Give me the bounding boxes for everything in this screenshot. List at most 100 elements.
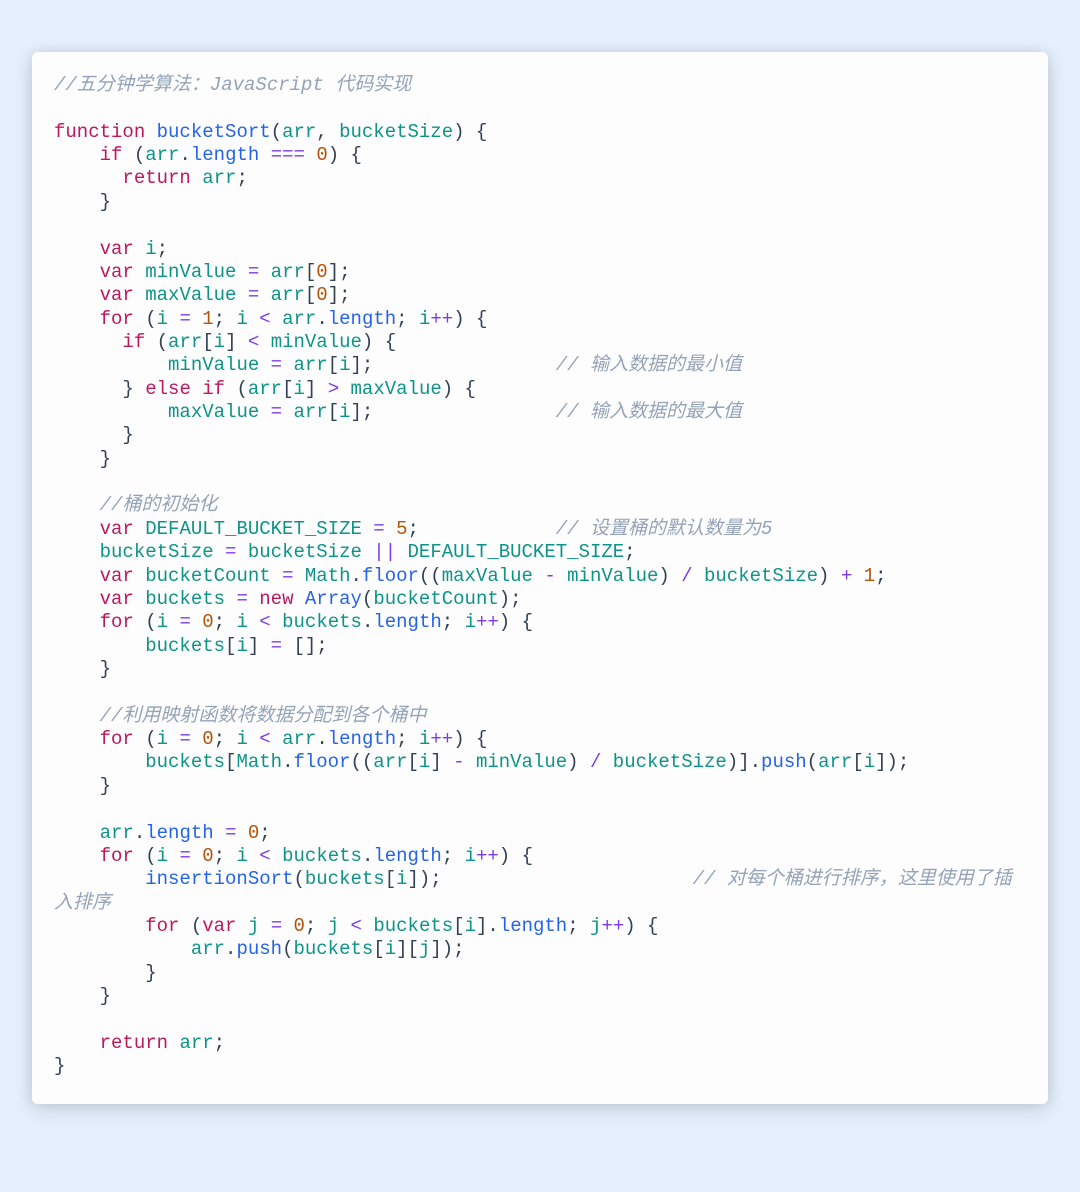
kw-function: function: [54, 121, 145, 143]
punct: ];: [351, 401, 374, 423]
punct: ;: [214, 728, 237, 750]
op-assign: =: [271, 635, 282, 657]
kw-return: return: [100, 1032, 168, 1054]
punct: ;: [214, 308, 237, 330]
id-i: i: [465, 845, 476, 867]
id-i: i: [236, 635, 247, 657]
punct: (: [271, 121, 282, 143]
id-length: length: [373, 845, 441, 867]
punct: ) {: [453, 308, 487, 330]
id-arr: arr: [145, 144, 179, 166]
punct: .: [134, 822, 145, 844]
num-1: 1: [864, 565, 875, 587]
id-j: j: [590, 915, 601, 937]
punct: [: [373, 938, 384, 960]
punct: (: [293, 868, 304, 890]
op-assign: =: [225, 822, 236, 844]
num-0: 0: [202, 611, 213, 633]
punct: (: [145, 728, 156, 750]
id-i: i: [864, 751, 875, 773]
op-lt: <: [248, 331, 259, 353]
punct: ;: [624, 541, 635, 563]
op-lt: <: [259, 845, 270, 867]
punct: [: [328, 401, 339, 423]
punct: ;: [157, 238, 168, 260]
id-i: i: [465, 611, 476, 633]
punct: ;: [214, 611, 237, 633]
kw-var: var: [100, 565, 134, 587]
page-background: //五分钟学算法：JavaScript 代码实现 function bucket…: [0, 0, 1080, 1192]
op-inc: ++: [476, 845, 499, 867]
kw-for: for: [100, 845, 134, 867]
id-bucketCount: bucketCount: [373, 588, 498, 610]
id-bucketSize: bucketSize: [100, 541, 214, 563]
id-minValue: minValue: [145, 261, 236, 283]
kw-for: for: [145, 915, 179, 937]
punct: )].: [727, 751, 761, 773]
id-i: i: [294, 378, 305, 400]
id-i: i: [236, 308, 247, 330]
op-assign: =: [179, 308, 190, 330]
punct: ;: [567, 915, 590, 937]
op-assign: =: [225, 541, 236, 563]
id-arr: arr: [191, 938, 225, 960]
punct: ((: [350, 751, 373, 773]
id-arr: arr: [271, 261, 305, 283]
id-length: length: [145, 822, 213, 844]
punct: ;: [259, 822, 270, 844]
kw-if: if: [202, 378, 225, 400]
id-j: j: [328, 915, 339, 937]
op-lt: <: [351, 915, 362, 937]
id-arr: arr: [282, 728, 316, 750]
num-0: 0: [202, 728, 213, 750]
punct: (: [282, 938, 293, 960]
punct: [];: [282, 635, 328, 657]
fn-insertionSort: insertionSort: [145, 868, 293, 890]
id-minValue: minValue: [168, 354, 259, 376]
num-0: 0: [316, 144, 327, 166]
punct: .: [282, 751, 293, 773]
comment-bucket-init: //桶的初始化: [100, 494, 218, 516]
id-i: i: [419, 751, 430, 773]
punct: }: [54, 1055, 65, 1077]
id-length: length: [328, 308, 396, 330]
id-maxValue: maxValue: [351, 378, 442, 400]
id-arr: arr: [293, 401, 327, 423]
punct: (: [157, 331, 168, 353]
fn-floor: floor: [362, 565, 419, 587]
punct: ]);: [430, 938, 464, 960]
op-assign: =: [373, 518, 384, 540]
id-length: length: [373, 611, 441, 633]
fn-push: push: [761, 751, 807, 773]
op-assign: =: [179, 845, 190, 867]
id-i: i: [396, 868, 407, 890]
op-minus: -: [544, 565, 555, 587]
punct: );: [499, 588, 522, 610]
op-plus: +: [841, 565, 852, 587]
punct: ): [658, 565, 681, 587]
kw-new: new: [259, 588, 293, 610]
punct: (: [145, 611, 156, 633]
op-minus: -: [453, 751, 464, 773]
punct: (: [807, 751, 818, 773]
id-buckets: buckets: [145, 635, 225, 657]
punct: }: [100, 658, 111, 680]
punct: [: [305, 261, 316, 283]
param-bucketSize: bucketSize: [339, 121, 453, 143]
id-arr: arr: [179, 1032, 213, 1054]
op-lt: <: [259, 308, 270, 330]
punct: ) {: [442, 378, 476, 400]
kw-if: if: [122, 331, 145, 353]
punct: ) {: [624, 915, 658, 937]
punct: [: [385, 868, 396, 890]
op-lt: <: [259, 728, 270, 750]
kw-var: var: [202, 915, 236, 937]
num-0: 0: [248, 822, 259, 844]
punct: [: [225, 751, 236, 773]
punct: ) {: [499, 845, 533, 867]
punct: ]: [225, 331, 248, 353]
id-buckets: buckets: [305, 868, 385, 890]
op-assign: =: [271, 354, 282, 376]
id-i: i: [157, 611, 168, 633]
comment-default-count: // 设置桶的默认数量为5: [556, 518, 773, 540]
